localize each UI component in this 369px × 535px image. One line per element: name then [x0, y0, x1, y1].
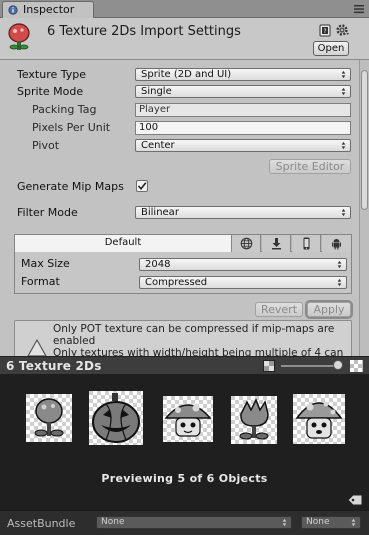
dropdown-arrows-icon	[351, 518, 356, 527]
pivot-dropdown[interactable]: Center	[135, 139, 351, 152]
globe-icon	[240, 237, 253, 250]
phone-icon	[303, 237, 310, 250]
warning-line-2: Only textures with width/height being mu…	[53, 347, 344, 356]
label-tag-icon[interactable]	[347, 493, 363, 507]
warning-text: Only POT texture can be compressed if mi…	[53, 323, 349, 356]
assetbundle-label: AssetBundle	[7, 517, 76, 530]
tab-platform-android[interactable]	[322, 235, 351, 252]
flower-sprite-thumbnail	[26, 394, 72, 442]
open-button[interactable]: Open	[313, 41, 349, 56]
tab-platform-ios[interactable]	[292, 235, 321, 252]
texture-type-label: Texture Type	[17, 68, 87, 81]
sprite-editor-button[interactable]: Sprite Editor	[269, 159, 351, 174]
filter-mode-dropdown[interactable]: Bilinear	[135, 206, 351, 219]
help-book-icon[interactable]: ?	[319, 24, 331, 37]
preview-title: 6 Texture 2Ds	[6, 359, 102, 373]
assetbundle-variant-dropdown[interactable]: None	[301, 516, 361, 529]
tab-menu-icon[interactable]	[353, 3, 365, 15]
pixels-per-unit-field[interactable]: 100	[135, 121, 351, 135]
max-size-dropdown[interactable]: 2048	[139, 258, 347, 271]
dropdown-arrows-icon	[341, 70, 346, 79]
mip-level-slider-track[interactable]	[281, 365, 341, 367]
broken-flower-sprite-thumbnail	[231, 396, 277, 444]
page-title: 6 Texture 2Ds Import Settings	[47, 24, 241, 39]
preview-header[interactable]: 6 Texture 2Ds	[0, 356, 369, 374]
texture-type-dropdown[interactable]: Sprite (2D and UI)	[135, 68, 351, 81]
max-size-label: Max Size	[21, 257, 70, 270]
format-value: Compressed	[145, 277, 208, 288]
android-icon	[332, 239, 341, 250]
packing-tag-field[interactable]: Player	[135, 103, 351, 117]
mushroom-sprite-thumbnail	[163, 396, 213, 442]
dropdown-arrows-icon	[341, 87, 346, 96]
format-dropdown[interactable]: Compressed	[139, 276, 347, 289]
tab-platform-default[interactable]: Default	[15, 235, 232, 252]
inspector-scrollbar[interactable]	[359, 60, 369, 356]
svg-text:?: ?	[323, 28, 326, 35]
assetbundle-bar: AssetBundle None None	[0, 510, 369, 535]
mushroom-sprite-2-thumbnail	[293, 394, 345, 444]
mip-level-slider-handle[interactable]	[333, 360, 343, 370]
texture-asset-icon	[5, 22, 33, 54]
sprite-mode-dropdown[interactable]: Single	[135, 85, 351, 98]
dropdown-arrows-icon	[337, 278, 342, 287]
inspector-icon	[8, 5, 18, 15]
dropdown-arrows-icon	[341, 208, 346, 217]
gear-icon[interactable]	[336, 23, 350, 37]
warning-help-box: Only POT texture can be compressed if mi…	[14, 320, 352, 356]
window-tab-strip: Inspector	[0, 0, 369, 18]
preview-caption: Previewing 5 of 6 Objects	[101, 472, 268, 485]
platform-tabs: Default	[15, 235, 351, 252]
dropdown-arrows-icon	[341, 141, 346, 150]
filter-mode-label: Filter Mode	[17, 206, 78, 219]
max-size-value: 2048	[145, 259, 171, 270]
dropdown-arrows-icon	[337, 260, 342, 269]
format-label: Format	[21, 275, 60, 288]
assetbundle-name-value: None	[101, 517, 125, 527]
tab-platform-standalone[interactable]	[262, 235, 291, 252]
scrollbar-thumb[interactable]	[361, 70, 368, 210]
revert-button[interactable]: Revert	[255, 302, 303, 317]
apply-button[interactable]: Apply	[305, 300, 353, 319]
warning-icon	[27, 339, 47, 356]
texture-type-value: Sprite (2D and UI)	[141, 69, 232, 80]
import-settings-panel: Texture Type Sprite (2D and UI) Sprite M…	[0, 60, 359, 356]
assetbundle-variant-value: None	[306, 517, 330, 527]
inspector-header: 6 Texture 2Ds Import Settings ? Open	[0, 18, 369, 60]
packing-tag-label: Packing Tag	[32, 103, 97, 116]
generate-mip-maps-label: Generate Mip Maps	[17, 180, 124, 193]
pumpkin-sprite-thumbnail	[89, 391, 143, 445]
alpha-toggle-icon[interactable]	[263, 360, 275, 372]
warning-line-1: Only POT texture can be compressed if mi…	[53, 323, 335, 347]
pivot-value: Center	[141, 140, 175, 151]
tab-label: Inspector	[23, 3, 75, 16]
download-icon	[272, 238, 281, 250]
dropdown-arrows-icon	[282, 518, 287, 527]
assetbundle-name-dropdown[interactable]: None	[96, 516, 292, 529]
texture-preview-area: Previewing 5 of 6 Objects	[0, 374, 369, 510]
mipmap-icon[interactable]	[350, 360, 363, 372]
platform-settings-box: Default Max Size 2048 Format Compressed	[14, 234, 352, 294]
tab-platform-web[interactable]	[232, 235, 261, 252]
checkmark-icon	[137, 182, 147, 191]
generate-mip-maps-checkbox[interactable]	[136, 180, 148, 192]
pixels-per-unit-label: Pixels Per Unit	[32, 121, 111, 134]
tab-inspector[interactable]: Inspector	[2, 1, 94, 18]
pivot-label: Pivot	[32, 139, 60, 152]
sprite-mode-value: Single	[141, 86, 172, 97]
sprite-mode-label: Sprite Mode	[17, 85, 84, 98]
filter-mode-value: Bilinear	[141, 207, 179, 218]
